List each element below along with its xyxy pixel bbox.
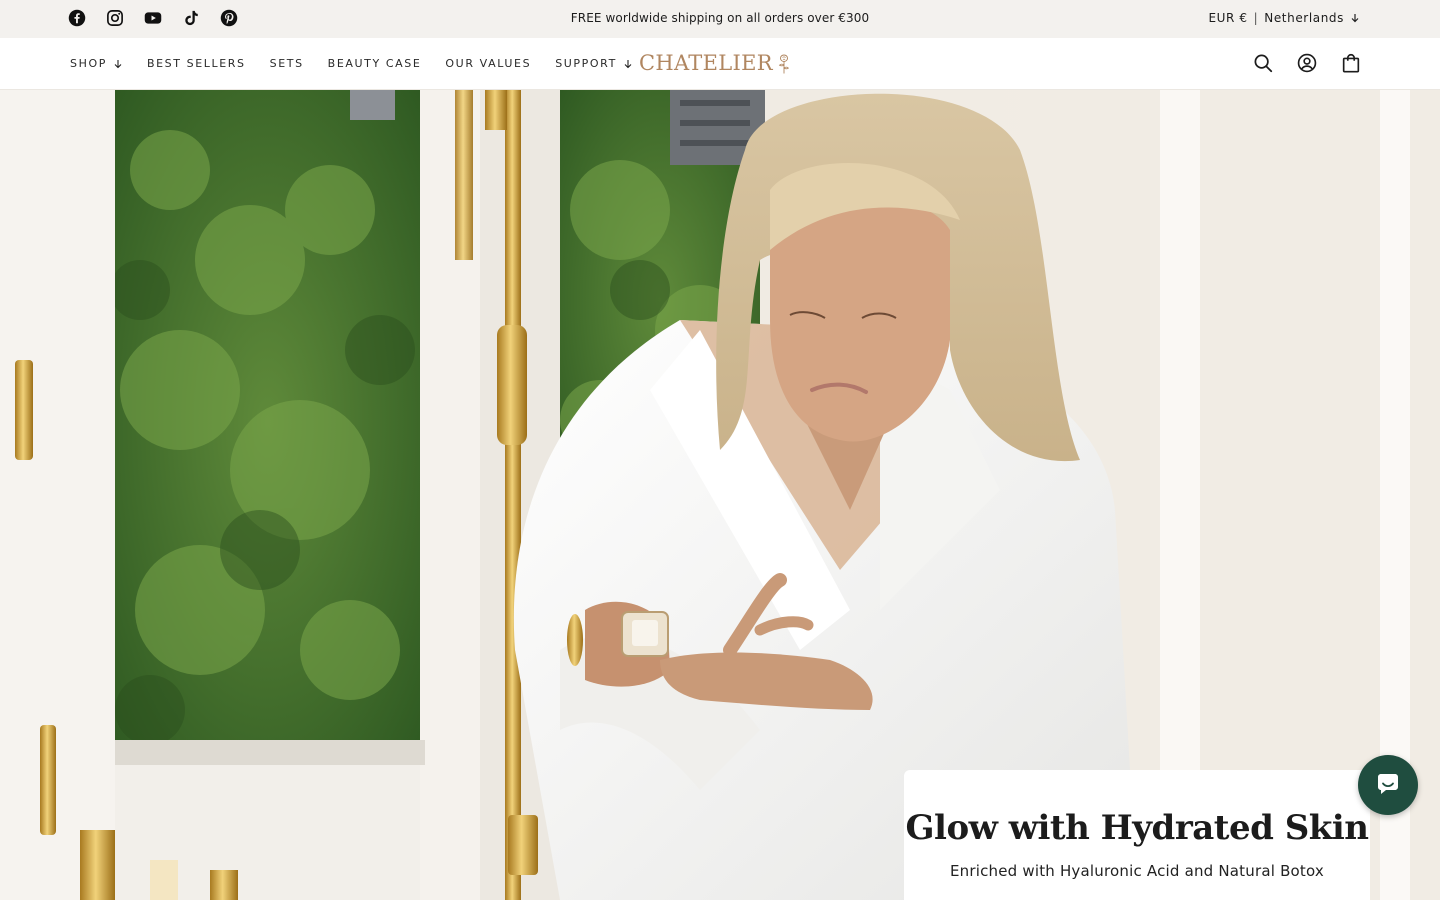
hero-title: Glow with Hydrated Skin (905, 808, 1369, 848)
nav-best-sellers[interactable]: BEST SELLERS (147, 57, 246, 70)
nav-sets[interactable]: SETS (270, 57, 304, 70)
hero-caption-card: Glow with Hydrated Skin Enriched with Hy… (904, 770, 1370, 900)
arrow-down-icon (1351, 14, 1359, 23)
site-header: SHOP BEST SELLERS SETS BEAUTY CASE OUR V… (0, 38, 1440, 90)
nav-label: BEAUTY CASE (327, 57, 422, 70)
locale-selector[interactable]: EUR € | Netherlands (1208, 11, 1360, 25)
header-actions (1252, 52, 1362, 74)
nav-our-values[interactable]: OUR VALUES (445, 57, 531, 70)
nav-support[interactable]: SUPPORT (555, 57, 633, 70)
search-icon[interactable] (1252, 52, 1274, 74)
main-nav: SHOP BEST SELLERS SETS BEAUTY CASE OUR V… (70, 57, 657, 70)
currency-label: EUR € (1208, 11, 1248, 25)
nav-label: SETS (269, 57, 304, 70)
chat-button[interactable] (1358, 755, 1418, 815)
nav-label: BEST SELLERS (146, 57, 246, 70)
announcement-bar: FREE worldwide shipping on all orders ov… (0, 0, 1440, 38)
nav-label: SHOP (70, 57, 107, 70)
rose-icon (778, 54, 789, 74)
account-icon[interactable] (1296, 52, 1318, 74)
nav-label: OUR VALUES (445, 57, 532, 70)
chat-bubble-icon (1378, 774, 1398, 794)
hero-subtitle: Enriched with Hyaluronic Acid and Natura… (949, 862, 1325, 880)
arrow-down-icon (114, 59, 122, 68)
country-label: Netherlands (1264, 11, 1344, 25)
nav-beauty-case[interactable]: BEAUTY CASE (328, 57, 422, 70)
hero-banner: Glow with Hydrated Skin Enriched with Hy… (0, 90, 1440, 900)
nav-label: SUPPORT (555, 57, 617, 70)
bag-icon[interactable] (1340, 52, 1362, 74)
logo-text: CHATELIER (639, 51, 773, 75)
brand-logo[interactable]: CHATELIER (639, 51, 793, 75)
arrow-down-icon (624, 59, 632, 68)
locale-separator: | (1253, 11, 1259, 25)
nav-shop[interactable]: SHOP (70, 57, 123, 70)
